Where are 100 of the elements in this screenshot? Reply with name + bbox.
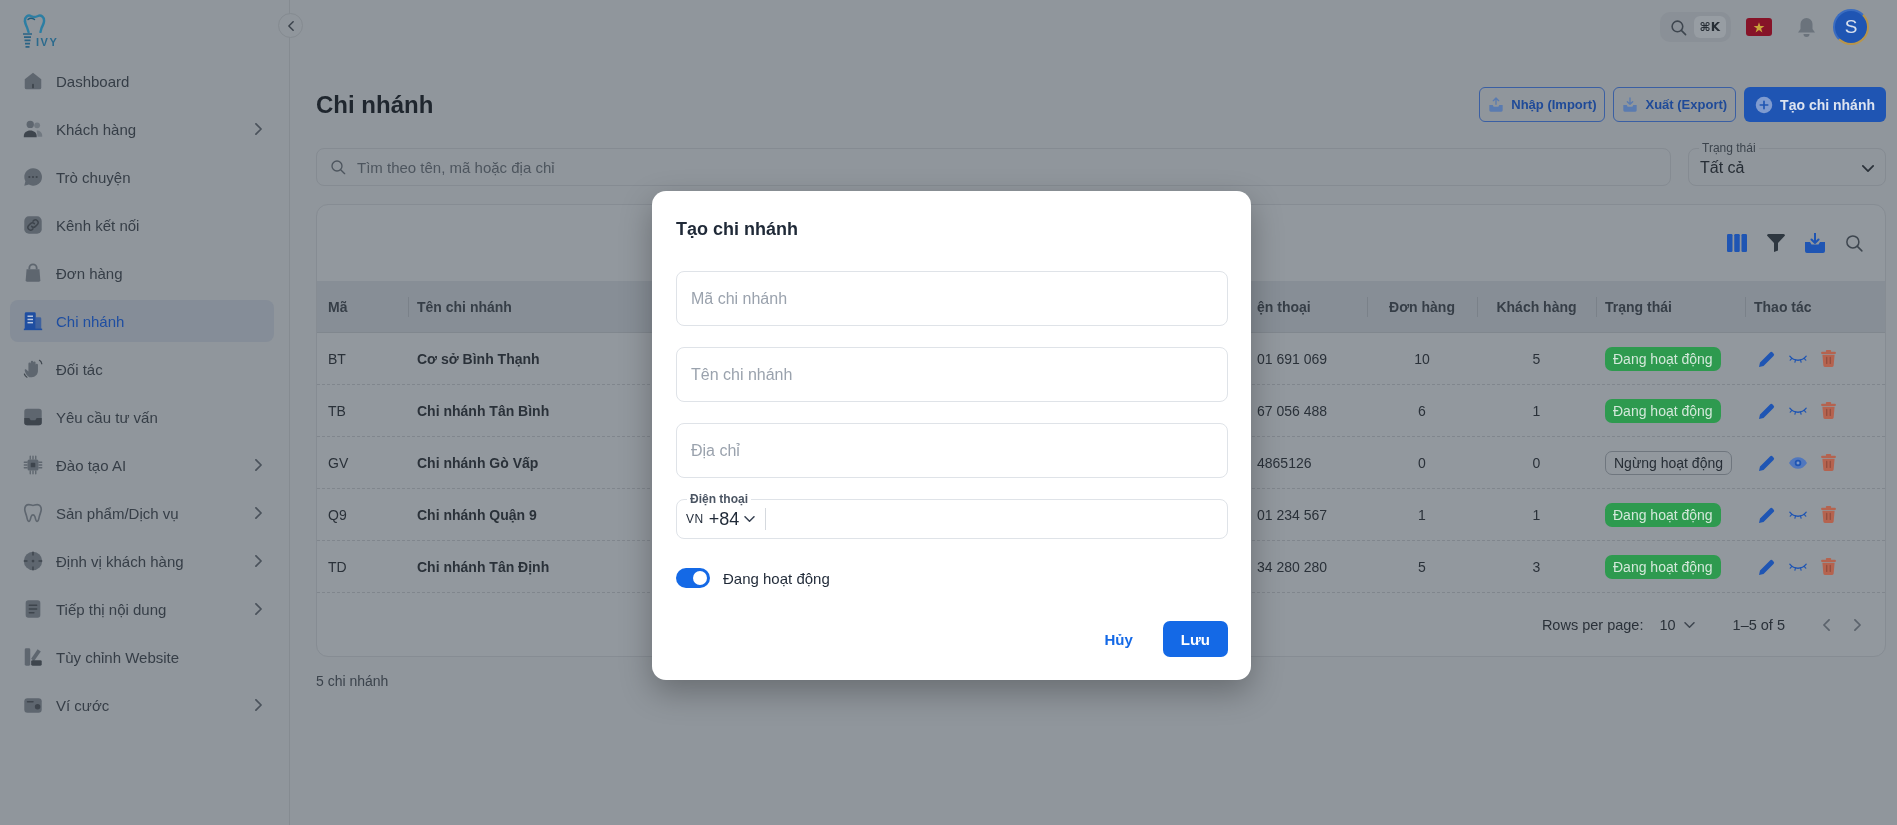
chevron-left-icon[interactable] <box>1823 618 1830 631</box>
text-field[interactable]: Tên chi nhánh <box>676 347 1228 402</box>
table-cell-text: 67 056 488 <box>1256 401 1329 421</box>
text-field[interactable]: Mã chi nhánh <box>676 271 1228 326</box>
table-cell-text: 6 <box>1417 401 1427 421</box>
table-cell-text: 1 <box>1531 505 1542 525</box>
text-field[interactable]: Địa chỉ <box>676 423 1228 478</box>
phone-field[interactable]: Điện thoại VN +84 <box>676 491 1228 539</box>
toggle-switch[interactable] <box>676 568 710 588</box>
save-button[interactable]: Lưu <box>1162 621 1228 657</box>
sidebar-item[interactable]: Đào tạo AI <box>10 444 274 486</box>
column-header: Mã <box>327 297 349 317</box>
table-cell-text: 4865126 <box>1256 453 1313 473</box>
table-cell-text: BT <box>327 349 347 369</box>
columns-icon[interactable] <box>1727 234 1747 252</box>
branch-count: 5 chi nhánh <box>316 673 389 689</box>
trash-icon[interactable] <box>1821 350 1836 367</box>
chevron-down-icon <box>1862 164 1874 172</box>
table-cell-text: Chi nhánh Quận 9 <box>416 505 538 525</box>
trash-icon[interactable] <box>1821 506 1836 523</box>
tray-download-icon[interactable] <box>1805 233 1825 253</box>
table-cell-text: TD <box>327 557 348 577</box>
shortcut-key: ⌘K <box>1693 16 1726 38</box>
status-select[interactable]: Trạng thái Tất cả <box>1688 140 1886 186</box>
sidebar-item[interactable]: Định vị khách hàng <box>10 540 274 582</box>
sidebar-item[interactable]: Trò chuyện <box>10 156 274 198</box>
table-cell-text: 34 280 280 <box>1256 557 1329 577</box>
pencil-icon[interactable] <box>1759 350 1775 367</box>
eye-icon[interactable] <box>1789 456 1807 469</box>
sidebar-item[interactable]: Đơn hàng <box>10 252 274 294</box>
sidebar-item[interactable]: Tùy chỉnh Website <box>10 636 274 678</box>
flag-icon[interactable] <box>1746 18 1772 36</box>
table-cell-text: Q9 <box>327 505 348 525</box>
tooth-logo-icon <box>21 13 48 33</box>
home-icon <box>22 70 44 92</box>
rows-per-page-label: Rows per page: <box>1541 616 1644 633</box>
building-icon <box>22 310 44 332</box>
chevron-down-icon <box>744 516 756 522</box>
table-cell-text: Chi nhánh Gò Vấp <box>416 453 540 473</box>
trash-icon[interactable] <box>1821 558 1836 575</box>
table-cell-text: 01 691 069 <box>1256 349 1329 369</box>
plus-circle-icon <box>1755 95 1774 114</box>
table-cell-text: 01 234 567 <box>1256 505 1329 525</box>
page-range: 1–5 of 5 <box>1732 616 1785 633</box>
inbox-icon <box>22 406 44 428</box>
table-cell-text: 1 <box>1417 505 1427 525</box>
search-button[interactable]: ⌘K <box>1659 12 1731 42</box>
chevron-down-icon <box>1683 621 1695 628</box>
status-badge: Đang hoạt động <box>1605 346 1721 371</box>
chevron-right-icon[interactable] <box>1854 618 1861 631</box>
table-cell-text: 0 <box>1417 453 1427 473</box>
sidebar-item[interactable]: Yêu cầu tư vấn <box>10 396 274 438</box>
table-cell-text: 0 <box>1531 453 1542 473</box>
chevron-left-icon <box>287 20 294 31</box>
avatar[interactable]: S <box>1833 9 1869 45</box>
tray-download-icon <box>1622 96 1639 113</box>
pencil-icon[interactable] <box>1759 454 1775 471</box>
modal-title: Tạo chi nhánh <box>676 218 798 241</box>
search-field[interactable]: Tìm theo tên, mã hoặc địa chỉ <box>316 148 1671 186</box>
import-button[interactable]: Nhập (Import) <box>1479 87 1606 122</box>
sidebar-item[interactable]: Khách hàng <box>10 108 274 150</box>
page-title: Chi nhánh <box>316 90 435 119</box>
brush-icon <box>22 646 44 668</box>
pencil-icon[interactable] <box>1759 558 1775 575</box>
hand-icon <box>22 358 44 380</box>
table-cell-text: 5 <box>1531 349 1542 369</box>
export-button[interactable]: Xuất (Export) <box>1613 87 1737 122</box>
pencil-icon[interactable] <box>1759 402 1775 419</box>
cancel-button[interactable]: Hủy <box>1092 621 1145 657</box>
sidebar-item[interactable]: Ví cước <box>10 684 274 726</box>
status-badge: Đang hoạt động <box>1605 502 1721 527</box>
crosshair-icon <box>22 550 44 572</box>
pencil-icon[interactable] <box>1759 506 1775 523</box>
table-cell-text: Chi nhánh Tân Định <box>416 557 551 577</box>
table-cell-text: 1 <box>1531 401 1542 421</box>
create-button[interactable]: Tạo chi nhánh <box>1744 87 1886 122</box>
rows-per-page-select[interactable]: 10 <box>1659 616 1695 633</box>
sidebar-item[interactable]: Dashboard <box>10 60 274 102</box>
trash-icon[interactable] <box>1821 402 1836 419</box>
table-cell-text: 5 <box>1417 557 1427 577</box>
bell-icon[interactable] <box>1798 17 1815 37</box>
trash-icon[interactable] <box>1821 454 1836 471</box>
sidebar-item[interactable]: Tiếp thị nội dung <box>10 588 274 630</box>
sidebar-item[interactable]: Chi nhánh <box>10 300 274 342</box>
sidebar-item[interactable]: Sản phẩm/Dịch vụ <box>10 492 274 534</box>
search-icon[interactable] <box>1845 234 1863 252</box>
country-code-select[interactable]: VN +84 <box>686 508 767 530</box>
table-cell-text: GV <box>327 453 350 473</box>
status-badge: Đang hoạt động <box>1605 554 1721 579</box>
search-icon <box>330 159 346 175</box>
sidebar-item[interactable]: Đối tác <box>10 348 274 390</box>
tooth-icon <box>22 502 44 524</box>
chip-icon <box>22 454 44 476</box>
tray-upload-icon <box>1488 96 1505 113</box>
sidebar-item[interactable]: Kênh kết nối <box>10 204 274 246</box>
collapse-button[interactable] <box>278 13 303 38</box>
table-cell-text: Chi nhánh Tân Bình <box>416 401 551 421</box>
search-icon <box>1669 18 1687 36</box>
users-icon <box>22 118 44 140</box>
filter-icon[interactable] <box>1767 234 1785 252</box>
